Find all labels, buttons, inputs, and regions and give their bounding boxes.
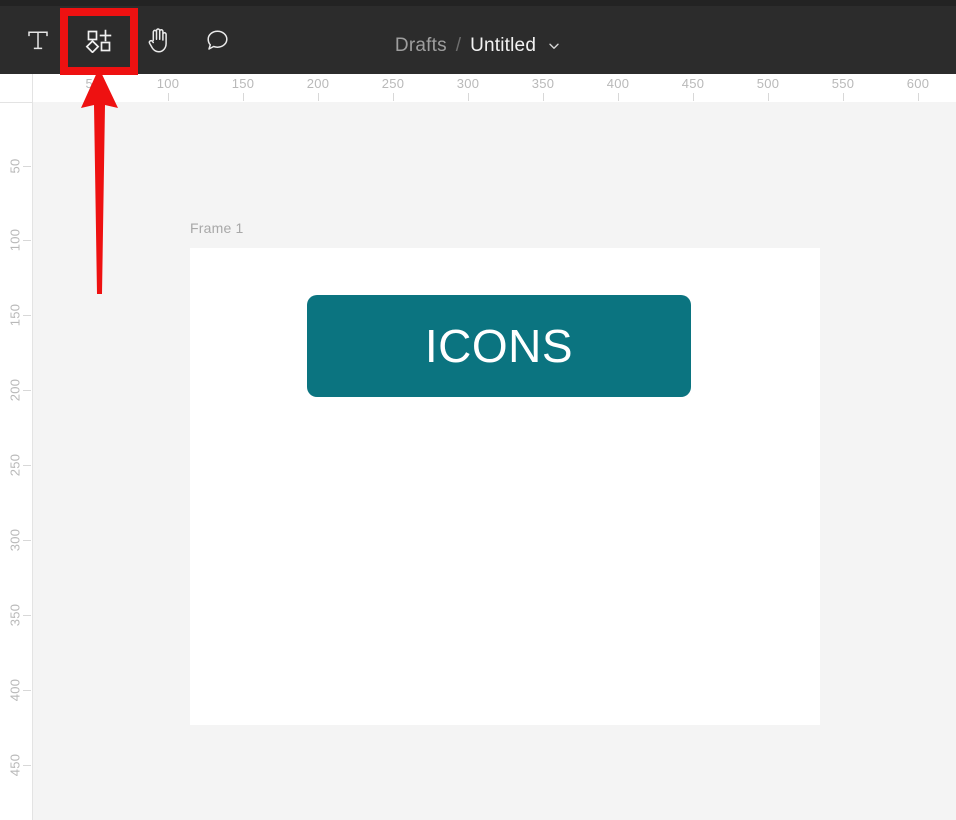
ruler-corner: [0, 74, 33, 103]
ruler-v-tick: [23, 465, 31, 466]
horizontal-ruler[interactable]: 50 100 150 200 250 300 350 400 450 500 550 600: [0, 74, 956, 103]
ruler-v-tick: [23, 166, 31, 167]
ruler-h-label: 500: [756, 76, 780, 91]
ruler-v-label: 250: [7, 453, 23, 477]
ruler-h-label: 200: [306, 76, 330, 91]
text-tool-icon: [25, 27, 51, 53]
ruler-h-tick: [243, 93, 244, 101]
ruler-v-label: 100: [7, 228, 23, 252]
ruler-h-tick: [768, 93, 769, 101]
ruler-h-tick: [393, 93, 394, 101]
ruler-h-label: 450: [681, 76, 705, 91]
breadcrumb-project[interactable]: Drafts: [395, 35, 447, 57]
ruler-v-tick: [23, 765, 31, 766]
ruler-v-tick: [23, 690, 31, 691]
hand-tool-icon: [145, 26, 172, 54]
top-toolbar: Drafts / Untitled: [0, 6, 956, 74]
frame-1[interactable]: ICONS: [190, 248, 820, 725]
ruler-h-tick: [468, 93, 469, 101]
ruler-v-label: 50: [7, 158, 23, 174]
ruler-v-tick: [23, 615, 31, 616]
ruler-h-label: 300: [456, 76, 480, 91]
ruler-h-label: 50: [85, 76, 101, 91]
ruler-v-label: 350: [7, 603, 23, 627]
ruler-h-tick: [918, 93, 919, 101]
ruler-v-label: 200: [7, 378, 23, 402]
ruler-v-tick: [23, 390, 31, 391]
icons-button[interactable]: ICONS: [307, 295, 691, 397]
breadcrumb-file-name[interactable]: Untitled: [470, 35, 536, 57]
shapes-tool-button[interactable]: [71, 12, 127, 68]
ruler-v-label: 300: [7, 528, 23, 552]
ruler-h-label: 250: [381, 76, 405, 91]
figma-app-window: Drafts / Untitled 50 100 150 200 250 300 350 40…: [0, 0, 956, 820]
frame-name-label[interactable]: Frame 1: [190, 220, 244, 236]
ruler-v-label: 150: [7, 303, 23, 327]
ruler-h-label: 600: [906, 76, 930, 91]
ruler-h-tick: [618, 93, 619, 101]
ruler-h-label: 400: [606, 76, 630, 91]
ruler-h-label: 150: [231, 76, 255, 91]
comment-tool-button[interactable]: [189, 12, 245, 68]
chevron-down-icon[interactable]: [547, 39, 561, 53]
ruler-h-label: 100: [156, 76, 180, 91]
ruler-v-tick: [23, 240, 31, 241]
ruler-v-label: 450: [7, 753, 23, 777]
design-canvas[interactable]: Frame 1 ICONS: [33, 102, 956, 820]
comment-bubble-icon: [204, 27, 231, 54]
shapes-plus-tool-icon: [85, 27, 113, 53]
ruler-h-tick: [168, 93, 169, 101]
ruler-v-label: 400: [7, 678, 23, 702]
ruler-h-tick: [693, 93, 694, 101]
breadcrumb-separator: /: [455, 35, 462, 56]
ruler-v-tick: [23, 540, 31, 541]
ruler-h-tick: [93, 93, 94, 101]
ruler-v-tick: [23, 315, 31, 316]
icons-button-label: ICONS: [424, 320, 574, 372]
ruler-h-tick: [318, 93, 319, 101]
ruler-h-label: 550: [831, 76, 855, 91]
ruler-h-tick: [843, 93, 844, 101]
hand-tool-button[interactable]: [130, 12, 186, 68]
text-tool-button[interactable]: [10, 12, 66, 68]
ruler-h-tick: [543, 93, 544, 101]
ruler-h-label: 350: [531, 76, 555, 91]
vertical-ruler[interactable]: 50 100 150 200 250 300 350 400 450: [0, 102, 33, 820]
